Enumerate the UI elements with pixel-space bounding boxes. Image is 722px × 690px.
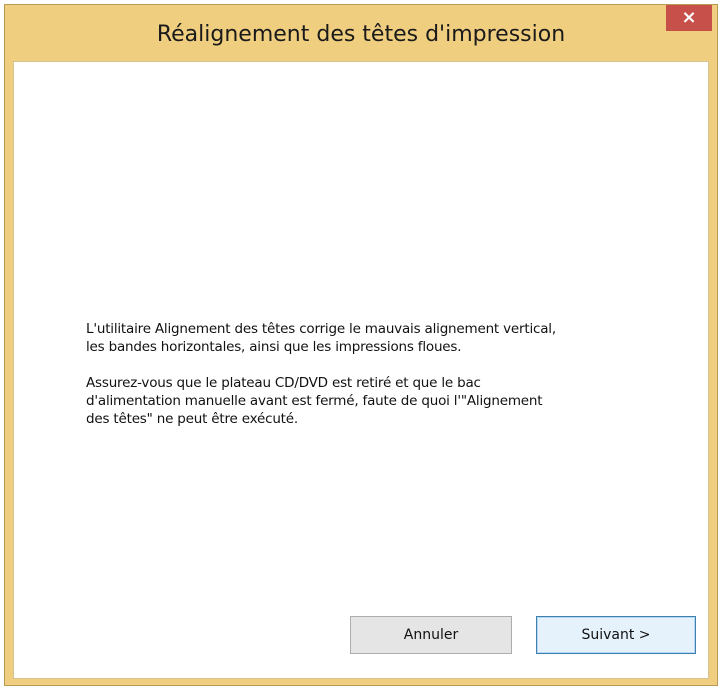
instructions: L'utilitaire Alignement des têtes corrig…: [86, 320, 666, 446]
title-bar[interactable]: Réalignement des têtes d'impression ×: [5, 5, 717, 61]
dialog-window: Réalignement des têtes d'impression × L'…: [4, 4, 718, 686]
warning-text: Assurez-vous que le plateau CD/DVD est r…: [86, 375, 543, 427]
dialog-body: L'utilitaire Alignement des têtes corrig…: [13, 61, 709, 679]
next-button[interactable]: Suivant >: [536, 616, 696, 654]
close-icon: ×: [681, 7, 697, 28]
screen: Réalignement des têtes d'impression × L'…: [0, 0, 722, 690]
description-text: L'utilitaire Alignement des têtes corrig…: [86, 321, 556, 355]
close-button[interactable]: ×: [666, 5, 712, 31]
cancel-button[interactable]: Annuler: [350, 616, 512, 654]
window-title: Réalignement des têtes d'impression: [156, 22, 566, 47]
